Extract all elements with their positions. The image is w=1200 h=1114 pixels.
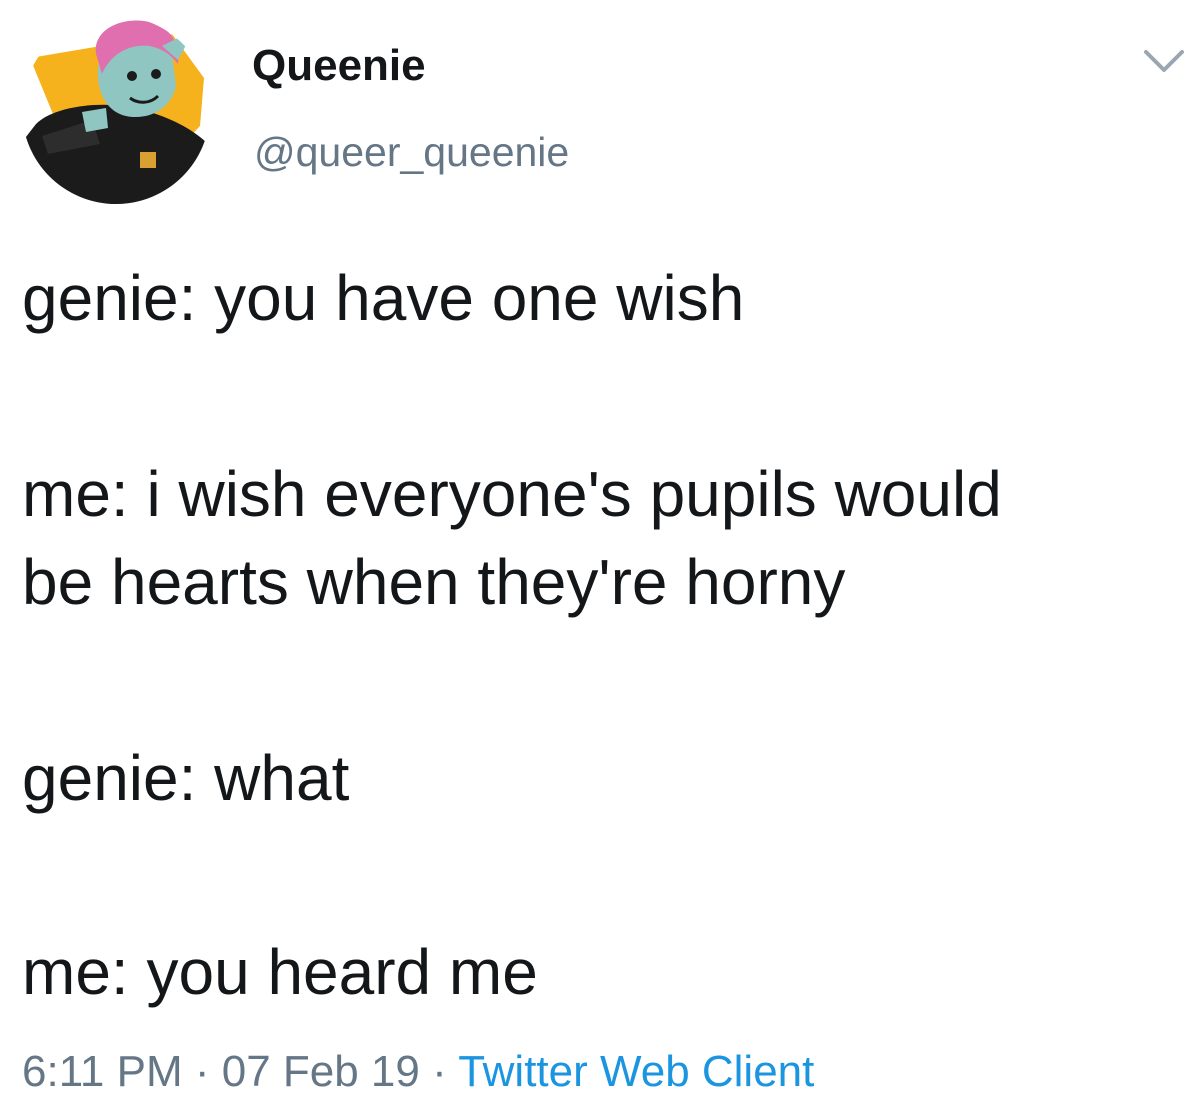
- avatar-illustration-icon: [22, 16, 210, 204]
- tweet-time[interactable]: 6:11 PM: [22, 1047, 183, 1096]
- user-handle[interactable]: @queer_queenie: [254, 128, 569, 176]
- meta-separator: ·: [419, 1047, 459, 1096]
- profile-avatar[interactable]: [22, 16, 210, 204]
- tweet-date[interactable]: 07 Feb 19: [222, 1047, 420, 1096]
- meta-separator: ·: [182, 1047, 222, 1096]
- tweet-source-link[interactable]: Twitter Web Client: [458, 1047, 814, 1096]
- tweet-text-line: be hearts when they're horny: [22, 546, 846, 618]
- tweet-text-line: genie: what: [22, 742, 350, 814]
- tweet-text-line: me: i wish everyone's pupils would: [22, 458, 1002, 530]
- tweet-metadata: 6:11 PM · 07 Feb 19 · Twitter Web Client: [22, 1042, 814, 1102]
- tweet-card: Queenie @queer_queenie genie: you have o…: [0, 0, 1200, 1114]
- chevron-down-icon[interactable]: [1140, 44, 1188, 80]
- tweet-text-line: genie: you have one wish: [22, 262, 745, 334]
- display-name[interactable]: Queenie: [252, 40, 426, 92]
- tweet-text-line: me: you heard me: [22, 936, 538, 1008]
